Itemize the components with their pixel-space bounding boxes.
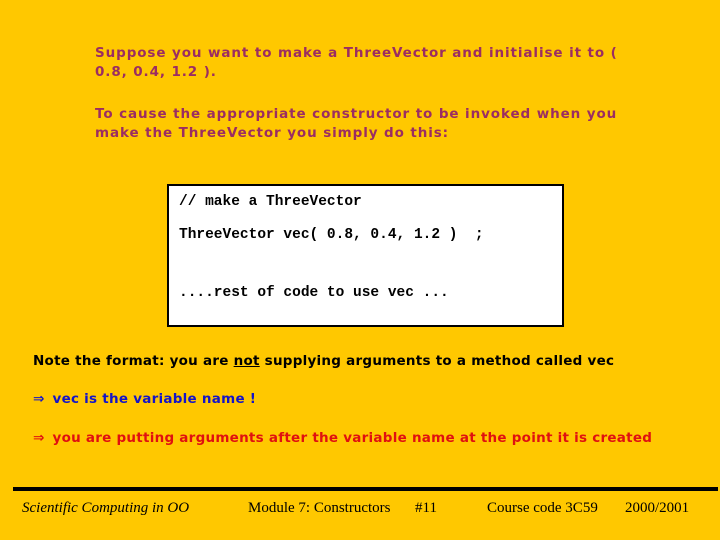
- note-arguments-text: you are putting arguments after the vari…: [47, 430, 653, 446]
- footer-course-title: Scientific Computing in OO: [22, 500, 190, 516]
- double-arrow-icon: ⇒: [33, 430, 45, 446]
- footer-module: Module 7: Constructors: [248, 500, 391, 516]
- intro-paragraph-1: Suppose you want to make a ThreeVector a…: [95, 45, 618, 80]
- intro-paragraph-2: To cause the appropriate constructor to …: [95, 106, 618, 141]
- note-variable-name-text: vec is the variable name !: [47, 391, 257, 407]
- footer: Scientific Computing in OO Module 7: Con…: [0, 500, 720, 526]
- code-line-rest: ....rest of code to use vec ...: [179, 285, 449, 301]
- footer-page-number: #11: [415, 500, 437, 516]
- code-line-comment: // make a ThreeVector: [179, 194, 362, 210]
- note-arguments: ⇒ you are putting arguments after the va…: [33, 430, 652, 446]
- note-format-after: supplying arguments to a method called v…: [259, 353, 615, 369]
- note-format: Note the format: you are not supplying a…: [33, 353, 614, 369]
- footer-academic-year: 2000/2001: [625, 500, 690, 516]
- footer-divider: [13, 487, 718, 491]
- slide: Suppose you want to make a ThreeVector a…: [0, 0, 720, 540]
- intro-text-block: Suppose you want to make a ThreeVector a…: [95, 44, 655, 143]
- code-example-box: // make a ThreeVector ThreeVector vec( 0…: [167, 184, 564, 327]
- note-variable-name: ⇒ vec is the variable name !: [33, 391, 256, 407]
- note-format-emphasis: not: [233, 353, 260, 369]
- double-arrow-icon: ⇒: [33, 391, 45, 407]
- footer-course-code: Course code 3C59: [487, 500, 598, 516]
- note-format-before: Note the format: you are: [33, 353, 234, 369]
- code-line-declaration: ThreeVector vec( 0.8, 0.4, 1.2 ) ;: [179, 227, 484, 243]
